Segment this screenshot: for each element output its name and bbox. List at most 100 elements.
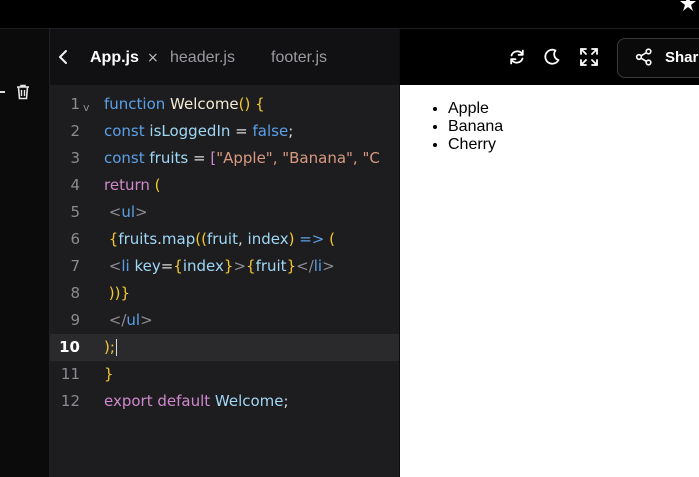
editor-tab-bar: App.js × header.js footer.js [50,29,399,85]
code-token: > [135,203,148,221]
code-text: } [104,361,114,388]
code-token: ); [104,338,115,356]
code-line[interactable]: 9 </ul> [50,307,399,334]
fold-chevron-icon[interactable]: v [83,94,90,118]
code-token: </ [296,257,314,275]
refresh-icon[interactable] [507,47,527,67]
code-token: ; [288,122,294,140]
code-text: const fruits = ["Apple", "Banana", "C [104,145,380,172]
code-token: > [140,311,153,329]
moon-icon[interactable] [542,47,562,67]
preview-pane: AppleBananaCherry [400,85,699,477]
code-line[interactable]: 5 <ul> [50,199,399,226]
code-line[interactable]: 1 v function Welcome() { [50,91,399,118]
code-token: { [104,230,119,248]
code-text: const isLoggedIn = false; [104,118,293,145]
line-number: 3 [70,149,80,167]
code-token: fruits [118,230,158,248]
code-token: Welcome [214,392,284,410]
code-token: ( [329,230,335,248]
line-number: 8 [70,284,80,302]
code-token: } [223,257,234,275]
left-toolbar [0,29,50,477]
share-label: Shar [665,49,699,66]
code-text: {fruits.map((fruit, index) => ( [104,226,335,253]
code-token: map [161,230,196,248]
code-token: index [182,257,224,275]
code-token: = [160,257,174,275]
code-token: = [188,149,211,167]
code-token: ( [154,176,161,194]
code-token: < [104,257,122,275]
line-number: 1 [70,95,80,113]
close-tab-icon[interactable]: × [147,48,159,68]
code-token: fruits [149,149,189,167]
line-number: 4 [70,176,80,194]
code-line[interactable]: 11} [50,361,399,388]
code-token: , [237,230,248,248]
line-number: 5 [70,203,80,221]
code-line[interactable]: 3 const fruits = ["Apple", "Banana", "C [50,145,399,172]
code-text: function Welcome() { [104,91,265,118]
share-button[interactable]: Shar [617,38,699,78]
code-text: return ( [104,172,161,199]
fruit-list: AppleBananaCherry [400,100,503,154]
code-token: ))} [104,284,131,302]
fruit-list-item: Apple [448,100,503,118]
code-token: } [286,257,297,275]
code-token: fruit [255,257,287,275]
code-token: function [104,95,171,113]
code-token: > [233,257,247,275]
code-token: const [104,122,150,140]
code-line[interactable]: 4 return ( [50,172,399,199]
star-icon [679,0,697,12]
code-token: = [230,122,253,140]
code-token: index [247,230,289,248]
code-editor[interactable]: App.js × header.js footer.js 1 v function … [50,29,399,477]
text-cursor [115,339,117,356]
code-token: return [104,176,155,194]
code-line[interactable]: 12 export default Welcome; [50,388,399,415]
code-text: export default Welcome; [104,388,289,415]
code-token: key [134,257,161,275]
fruit-list-item: Banana [448,118,503,136]
code-line[interactable]: 8 ))} [50,280,399,307]
code-text: ); [104,334,117,361]
code-token: li [313,257,323,275]
code-text: </ul> [104,307,153,334]
line-number: 12 [60,392,80,410]
code-line[interactable]: 10); [50,334,399,361]
code-text: <ul> [104,199,148,226]
share-icon [635,48,653,70]
code-line[interactable]: 7 <li key={index}>{fruit}</li> [50,253,399,280]
code-token: => [294,230,330,248]
tab-header-js[interactable]: header.js [170,48,235,68]
line-number: 10 [59,338,80,356]
chevron-left-icon[interactable] [58,49,68,69]
code-token: li [121,257,135,275]
line-number: 2 [70,122,80,140]
code-token: fruit [206,230,238,248]
tab-app-js[interactable]: App.js [90,48,139,68]
line-number: 9 [70,311,80,329]
code-token: false [252,122,289,140]
code-token: { [246,257,256,275]
tab-footer-js[interactable]: footer.js [271,48,327,68]
code-token: ul [126,311,141,329]
code-token: "Apple", "Banana", "C [216,149,380,167]
code-token: { [173,257,183,275]
code-line[interactable]: 2 const isLoggedIn = false; [50,118,399,145]
code-token: (( [195,230,207,248]
top-bar [0,0,699,29]
code-token: const [104,149,150,167]
code-token: () { [238,95,265,113]
fullscreen-icon[interactable] [579,47,599,67]
line-number: 6 [70,230,80,248]
code-line[interactable]: 6 {fruits.map((fruit, index) => ( [50,226,399,253]
code-token: Welcome [170,95,239,113]
code-text: <li key={index}>{fruit}</li> [104,253,335,280]
trash-icon[interactable] [16,84,30,104]
code-token: > [322,257,335,275]
code-text: ))} [104,280,130,307]
code-token: isLoggedIn [149,122,231,140]
